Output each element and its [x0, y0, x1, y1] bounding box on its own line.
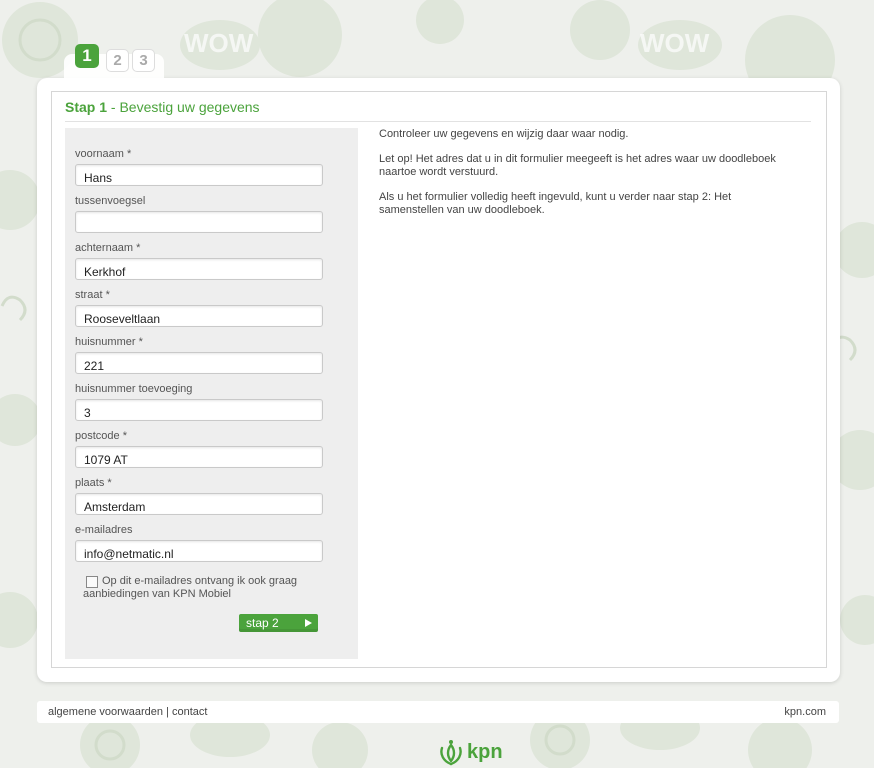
field-huisnummer: huisnummer * 221: [75, 336, 325, 374]
input-value: info@netmatic.nl: [84, 547, 174, 561]
voornaam-input[interactable]: Hans: [75, 164, 323, 186]
field-achternaam: achternaam * Kerkhof: [75, 242, 325, 280]
field-voornaam: voornaam * Hans: [75, 148, 325, 186]
title-text: - Bevestig uw gegevens: [107, 99, 260, 115]
main-panel: Stap 1 - Bevestig uw gegevens voornaam *…: [37, 78, 840, 682]
terms-link[interactable]: algemene voorwaarden: [48, 706, 163, 718]
field-label: huisnummer *: [75, 336, 143, 348]
kpn-site-link[interactable]: kpn.com: [784, 706, 826, 718]
title-divider: [65, 121, 811, 122]
field-label: voornaam *: [75, 148, 132, 160]
field-label: plaats *: [75, 477, 112, 489]
kpn-logo: kpn: [438, 739, 508, 767]
instructions: Controleer uw gegevens en wijzig daar wa…: [379, 128, 799, 229]
postcode-input[interactable]: 1079 AT: [75, 446, 323, 468]
optin-checkbox[interactable]: [86, 576, 98, 588]
page-title: Stap 1 - Bevestig uw gegevens: [65, 99, 260, 115]
achternaam-input[interactable]: Kerkhof: [75, 258, 323, 280]
svg-text:WOW: WOW: [640, 28, 710, 58]
input-value: Rooseveltlaan: [84, 312, 161, 326]
huisnummer-input[interactable]: 221: [75, 352, 323, 374]
straat-input[interactable]: Rooseveltlaan: [75, 305, 323, 327]
field-label: e-mailadres: [75, 524, 133, 536]
instruction-check: Controleer uw gegevens en wijzig daar wa…: [379, 128, 629, 140]
instruction-address-note: Let op! Het adres dat u in dit formulier…: [379, 153, 776, 178]
play-arrow-icon: [305, 619, 312, 627]
field-label: straat *: [75, 289, 110, 301]
step-indicator: 1 2 3: [64, 44, 164, 80]
contact-link[interactable]: contact: [172, 706, 207, 718]
step-3[interactable]: 3: [132, 49, 155, 72]
huisnummer-toevoeging-input[interactable]: 3: [75, 399, 323, 421]
field-plaats: plaats * Amsterdam: [75, 477, 325, 515]
field-label: huisnummer toevoeging: [75, 383, 193, 395]
footer-separator: |: [162, 706, 172, 718]
field-tussenvoegsel: tussenvoegsel: [75, 195, 325, 233]
next-step-label: stap 2: [246, 616, 279, 630]
field-straat: straat * Rooseveltlaan: [75, 289, 325, 327]
field-label: achternaam *: [75, 242, 141, 254]
kpn-crown-icon: [440, 740, 462, 766]
plaats-input[interactable]: Amsterdam: [75, 493, 323, 515]
input-value: Amsterdam: [84, 500, 146, 514]
input-value: 3: [84, 406, 91, 420]
email-input[interactable]: info@netmatic.nl: [75, 540, 323, 562]
optin-row: Op dit e-mailadres ontvang ik ook graag …: [83, 575, 313, 601]
address-form: voornaam * Hans tussenvoegsel achternaam…: [65, 128, 358, 659]
footer: algemene voorwaarden | contact kpn.com: [37, 701, 839, 723]
optin-label: Op dit e-mailadres ontvang ik ook graag …: [83, 575, 298, 600]
instruction-next: Als u het formulier volledig heeft ingev…: [379, 191, 732, 216]
footer-links: algemene voorwaarden | contact: [48, 706, 207, 718]
input-value: Kerkhof: [84, 265, 126, 279]
field-postcode: postcode * 1079 AT: [75, 430, 325, 468]
tussenvoegsel-input[interactable]: [75, 211, 323, 233]
field-email: e-mailadres info@netmatic.nl: [75, 524, 325, 562]
field-label: tussenvoegsel: [75, 195, 146, 207]
step-2[interactable]: 2: [106, 49, 129, 72]
input-value: Hans: [84, 171, 113, 185]
step-1-active: 1: [75, 44, 99, 68]
input-value: 1079 AT: [84, 453, 128, 467]
field-huisnummer-toevoeging: huisnummer toevoeging 3: [75, 383, 325, 421]
step-label: Stap 1: [65, 99, 108, 115]
content-frame: Stap 1 - Bevestig uw gegevens voornaam *…: [51, 91, 827, 668]
kpn-wordmark: kpn: [467, 741, 503, 763]
next-step-button[interactable]: stap 2: [239, 614, 318, 632]
field-label: postcode *: [75, 430, 127, 442]
svg-text:WOW: WOW: [184, 28, 254, 58]
input-value: 221: [84, 359, 105, 373]
